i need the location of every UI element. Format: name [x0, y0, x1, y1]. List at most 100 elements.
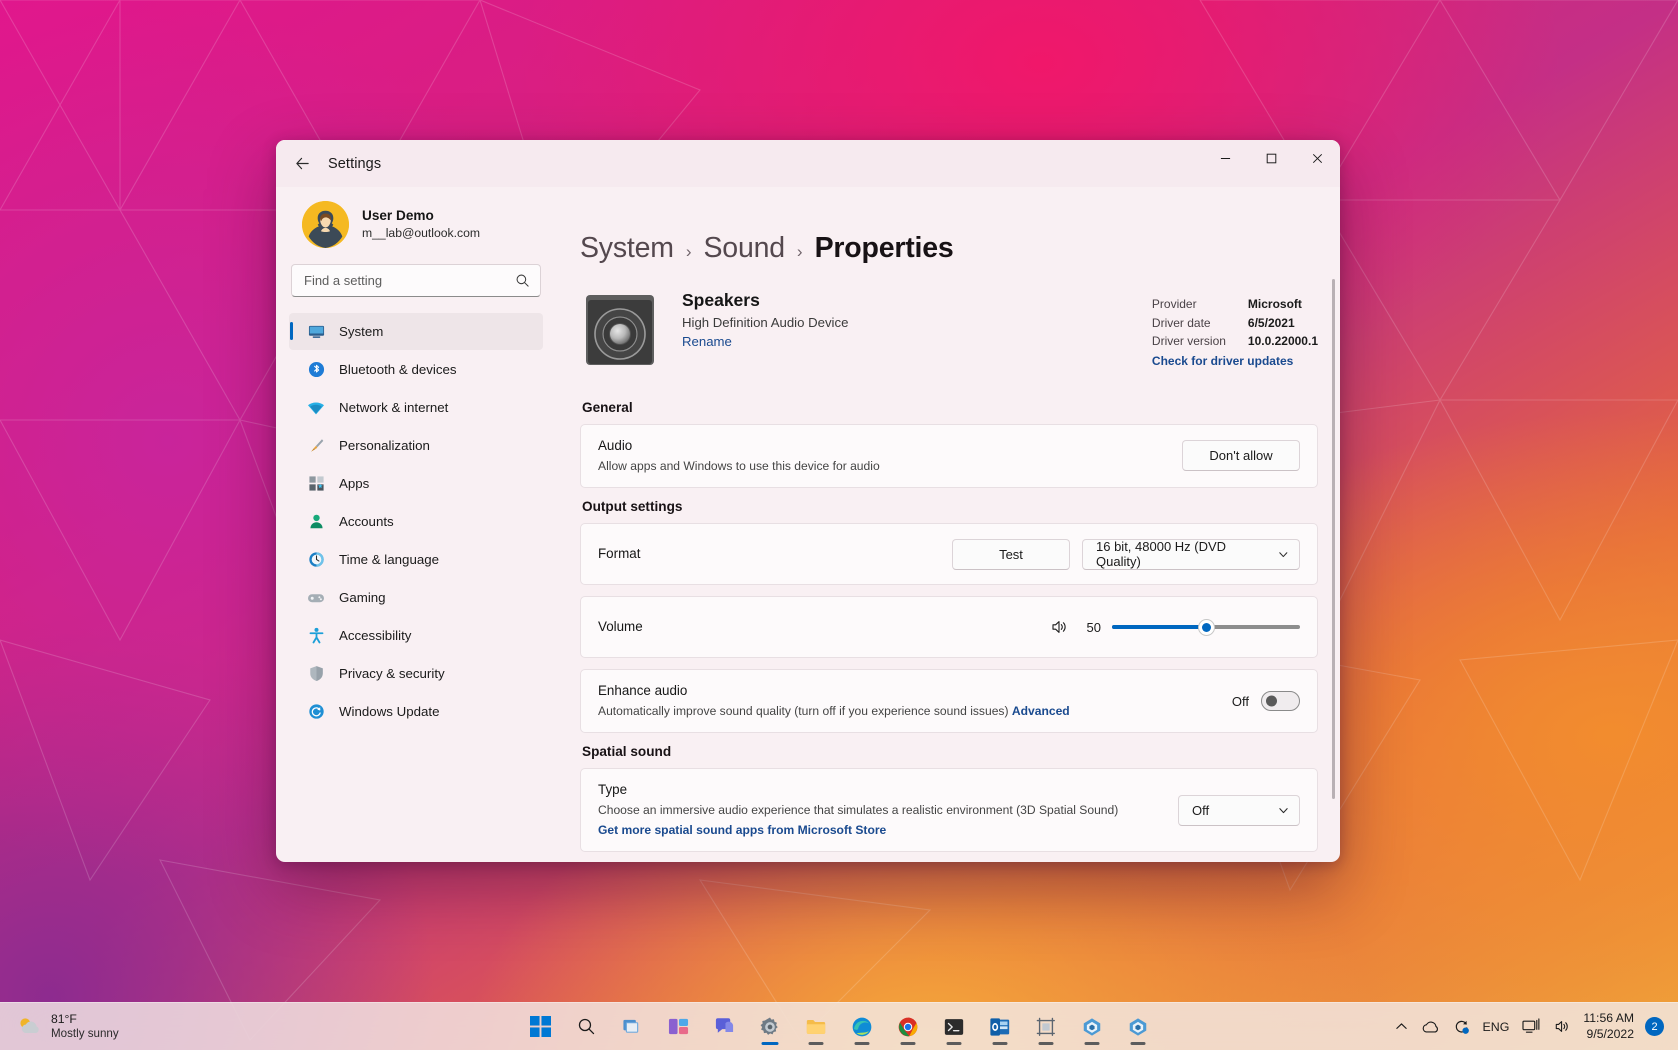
avatar-person-icon — [302, 201, 349, 248]
spatial-type-dropdown[interactable]: Off — [1178, 795, 1300, 826]
enhance-audio-toggle[interactable] — [1261, 691, 1300, 711]
volume-icon[interactable] — [1554, 1018, 1572, 1035]
format-title: Format — [598, 545, 952, 564]
weather-temperature: 81°F — [51, 1012, 119, 1027]
volume-controls: 50 — [1050, 617, 1300, 637]
task-view-button[interactable] — [612, 1007, 652, 1047]
window-titlebar: Settings — [276, 140, 1340, 187]
snipping-tool-app[interactable] — [1026, 1007, 1066, 1047]
powertoys-app[interactable] — [1072, 1007, 1112, 1047]
search-box[interactable] — [291, 264, 541, 297]
slider-fill — [1112, 625, 1206, 629]
sidebar-item-accounts[interactable]: Accounts — [289, 503, 543, 540]
audio-description: Allow apps and Windows to use this devic… — [598, 458, 1182, 476]
breadcrumb-system[interactable]: System — [580, 232, 674, 265]
sidebar-item-privacy-security[interactable]: Privacy & security — [289, 655, 543, 692]
spatial-section-title: Spatial sound — [582, 744, 1318, 759]
volume-card-text: Volume — [598, 618, 1050, 637]
maximize-button[interactable] — [1248, 140, 1294, 176]
minimize-button[interactable] — [1202, 140, 1248, 176]
teams-chat-icon — [714, 1016, 735, 1037]
language-indicator[interactable]: ENG — [1483, 1020, 1510, 1034]
gamepad-icon — [307, 589, 325, 607]
content-scrollbar[interactable] — [1332, 279, 1335, 799]
enhance-audio-card: Enhance audio Automatically improve soun… — [580, 669, 1318, 733]
sidebar-item-system[interactable]: System — [289, 313, 543, 350]
window-controls — [1202, 140, 1340, 180]
sidebar-item-label: Accessibility — [339, 628, 411, 643]
sidebar-item-bluetooth-devices[interactable]: Bluetooth & devices — [289, 351, 543, 388]
close-button[interactable] — [1294, 140, 1340, 176]
snip-icon — [1035, 1016, 1057, 1038]
driver-version-row: Driver version 10.0.22000.1 — [1152, 332, 1318, 351]
file-explorer-app[interactable] — [796, 1007, 836, 1047]
shield-icon — [307, 665, 325, 683]
chevron-down-icon — [1278, 805, 1289, 816]
powertoys-icon — [1081, 1016, 1103, 1038]
start-button[interactable] — [520, 1007, 560, 1047]
audio-card: Audio Allow apps and Windows to use this… — [580, 424, 1318, 488]
system-tray: ENG 11:56 AM 9/5/2022 2 — [1395, 1011, 1678, 1042]
outlook-app[interactable] — [980, 1007, 1020, 1047]
test-button[interactable]: Test — [952, 539, 1070, 570]
speaker-wave-icon[interactable] — [1050, 618, 1068, 636]
tray-icon-group: ENG — [1395, 1018, 1573, 1035]
format-card-text: Format — [598, 545, 952, 564]
driver-version-value: 10.0.22000.1 — [1248, 332, 1318, 351]
sidebar-item-gaming[interactable]: Gaming — [289, 579, 543, 616]
enhance-state-label: Off — [1232, 694, 1249, 709]
check-driver-updates-link[interactable]: Check for driver updates — [1152, 354, 1293, 368]
sidebar-item-apps[interactable]: Apps — [289, 465, 543, 502]
network-icon[interactable] — [1522, 1018, 1541, 1035]
settings-gear-icon — [759, 1016, 781, 1038]
volume-slider[interactable] — [1112, 617, 1300, 637]
sidebar-item-time-language[interactable]: Time & language — [289, 541, 543, 578]
advanced-link[interactable]: Advanced — [1012, 704, 1070, 718]
driver-version-label: Driver version — [1152, 332, 1236, 351]
update-pending-icon[interactable] — [1453, 1018, 1470, 1035]
sidebar-item-label: Windows Update — [339, 704, 440, 719]
notification-badge[interactable]: 2 — [1645, 1017, 1664, 1036]
window-body: User Demo m__lab@outlook.com — [276, 187, 1340, 862]
breadcrumb-sound[interactable]: Sound — [704, 232, 785, 265]
terminal-app[interactable] — [934, 1007, 974, 1047]
onedrive-cloud-icon[interactable] — [1421, 1019, 1440, 1034]
dont-allow-button[interactable]: Don't allow — [1182, 440, 1300, 471]
driver-date-row: Driver date 6/5/2021 — [1152, 314, 1318, 333]
sidebar-item-network-internet[interactable]: Network & internet — [289, 389, 543, 426]
back-button[interactable] — [285, 147, 319, 181]
sidebar-item-personalization[interactable]: Personalization — [289, 427, 543, 464]
close-icon — [1312, 153, 1323, 164]
terminal-icon — [943, 1016, 965, 1038]
widgets-button[interactable] — [658, 1007, 698, 1047]
slider-thumb[interactable] — [1198, 619, 1215, 636]
clock-time: 11:56 AM — [1583, 1011, 1634, 1027]
edge-browser-app[interactable] — [842, 1007, 882, 1047]
sidebar-item-accessibility[interactable]: Accessibility — [289, 617, 543, 654]
clock-globe-icon — [307, 551, 325, 569]
window-title: Settings — [328, 156, 381, 172]
outlook-icon — [989, 1016, 1011, 1038]
spatial-store-link[interactable]: Get more spatial sound apps from Microso… — [598, 823, 886, 837]
chrome-browser-app[interactable] — [888, 1007, 928, 1047]
wifi-icon — [307, 399, 325, 417]
settings-window: Settings — [276, 140, 1340, 862]
account-block[interactable]: User Demo m__lab@outlook.com — [289, 187, 543, 264]
clock-date: 9/5/2022 — [1583, 1027, 1634, 1043]
chevron-up-icon[interactable] — [1395, 1020, 1408, 1033]
clock[interactable]: 11:56 AM 9/5/2022 — [1583, 1011, 1634, 1042]
chat-button[interactable] — [704, 1007, 744, 1047]
search-input[interactable] — [304, 273, 515, 288]
sidebar-item-label: System — [339, 324, 383, 339]
powertoys-app-2[interactable] — [1118, 1007, 1158, 1047]
rename-link[interactable]: Rename — [682, 334, 732, 349]
device-text-block: Speakers High Definition Audio Device Re… — [682, 289, 848, 351]
format-dropdown[interactable]: 16 bit, 48000 Hz (DVD Quality) — [1082, 539, 1300, 570]
sidebar-item-windows-update[interactable]: Windows Update — [289, 693, 543, 730]
spatial-card-text: Type Choose an immersive audio experienc… — [598, 781, 1178, 838]
search-button[interactable] — [566, 1007, 606, 1047]
settings-app[interactable] — [750, 1007, 790, 1047]
driver-date-label: Driver date — [1152, 314, 1236, 333]
weather-widget[interactable]: 81°F Mostly sunny — [0, 1012, 260, 1042]
spatial-type-description: Choose an immersive audio experience tha… — [598, 802, 1178, 820]
